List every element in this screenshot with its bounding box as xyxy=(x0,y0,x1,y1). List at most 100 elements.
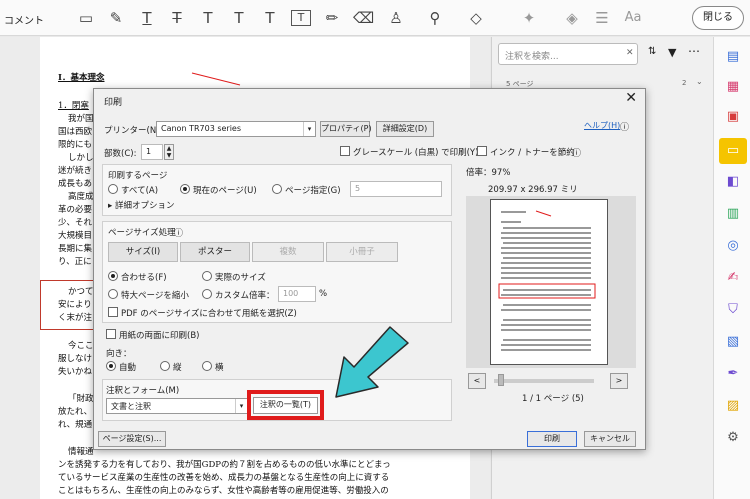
doc-line: 失いかね xyxy=(58,367,93,377)
text-replace-icon[interactable]: T xyxy=(198,8,218,28)
highlight-pen-icon[interactable]: ✎ xyxy=(106,8,126,28)
clear-search-icon[interactable]: ✕ xyxy=(626,48,634,58)
send-icon[interactable]: ▨ xyxy=(723,396,743,416)
copies-stepper[interactable]: ▲ ▼ xyxy=(164,144,174,160)
create-pdf-icon[interactable]: ▣ xyxy=(723,107,743,127)
fill-sign-icon[interactable]: ✍ xyxy=(723,268,743,288)
text-strike-icon[interactable]: T xyxy=(167,8,187,28)
text-box-icon[interactable]: T xyxy=(291,10,311,26)
doc-line: 少、それ xyxy=(58,218,93,228)
compress-icon[interactable]: ▥ xyxy=(723,204,743,224)
printer-select[interactable]: Canon TR703 series ▾ xyxy=(156,121,316,137)
radio-page-range[interactable] xyxy=(272,184,282,194)
doc-line: 長期に集 xyxy=(58,244,93,254)
multiple-button[interactable]: 複数 xyxy=(252,242,324,262)
radio-actual-size[interactable] xyxy=(202,271,212,281)
slider-handle[interactable] xyxy=(498,374,504,386)
combine-files-icon[interactable]: ◧ xyxy=(723,172,743,192)
text-underline-icon[interactable]: T xyxy=(137,8,157,28)
doc-line: 服しなけ xyxy=(58,354,93,364)
info-icon[interactable]: ⓘ xyxy=(174,226,183,239)
doc-line: 放たれ、 xyxy=(58,407,93,417)
lines-icon[interactable]: ☰ xyxy=(592,8,612,28)
text-add-icon[interactable]: T xyxy=(260,8,280,28)
sort-icon[interactable]: ⇅ xyxy=(648,46,656,57)
stamp-icon[interactable]: ♙ xyxy=(386,8,406,28)
radio-current-page[interactable] xyxy=(180,184,190,194)
radio-actual-label: 実際のサイズ xyxy=(215,273,266,283)
eraser-icon[interactable]: ⌫ xyxy=(353,8,374,28)
close-button[interactable]: 閉じる xyxy=(692,6,744,30)
text-insert-icon[interactable]: T xyxy=(229,8,249,28)
chevron-down-icon[interactable]: ⌄ xyxy=(696,77,703,86)
copies-input[interactable]: 1 xyxy=(141,144,163,160)
scale-label: 倍率：97% xyxy=(466,168,511,178)
doc-line: 国は西欧 xyxy=(58,127,93,137)
more-options-toggle[interactable]: ▸ 詳細オプション xyxy=(108,199,174,211)
properties-button[interactable]: プロパティ(P) xyxy=(320,121,372,137)
comment-tool-icon[interactable]: ▭ xyxy=(719,138,747,164)
info-icon[interactable]: ⓘ xyxy=(572,146,581,159)
printer-label: プリンター(N): xyxy=(104,126,163,136)
summarize-comments-button[interactable]: 注釈の一覧(T) xyxy=(253,397,318,414)
doc-line: ンを誘発する力を有しており、我が国GDPの約７割を占めるものの低い水準にとどまっ xyxy=(58,460,391,470)
comment-search-input[interactable]: 注釈を検索... xyxy=(498,43,638,65)
preview-prev-button[interactable]: < xyxy=(468,373,486,389)
radio-custom-scale[interactable] xyxy=(202,289,212,299)
doc-line: ことはもちろん、生産性の向上のみならず、女性や高齢者等の雇用促進等、労働投入の xyxy=(58,486,389,496)
shapes-icon[interactable]: ◇ xyxy=(466,8,486,28)
poster-button[interactable]: ポスター xyxy=(180,242,250,262)
fill-icon[interactable]: ◈ xyxy=(562,8,582,28)
radio-fit[interactable] xyxy=(108,271,118,281)
pages-group-title: 印刷するページ xyxy=(108,171,168,181)
page-setup-button[interactable]: ページ設定(S)... xyxy=(98,431,166,447)
annotation-toolbar: コメント ▭ ✎ T T T T T T ✏ ⌫ ♙ ⚲ ◇ ✦ ◈ ☰ Aa … xyxy=(0,0,750,36)
radio-fit-label: 合わせる(F) xyxy=(121,273,167,283)
radio-portrait-label: 縦 xyxy=(173,363,182,373)
doc-line: 今ここ xyxy=(68,341,94,351)
sign-icon[interactable]: ✒ xyxy=(723,364,743,384)
more-options-icon[interactable]: ⋯ xyxy=(688,44,700,58)
cancel-button[interactable]: キャンセル xyxy=(584,431,636,447)
duplex-checkbox[interactable] xyxy=(106,329,116,339)
grayscale-checkbox[interactable] xyxy=(340,146,350,156)
pdf-paper-label: PDF のページサイズに合わせて用紙を選択(Z) xyxy=(121,309,297,319)
font-size-icon[interactable]: Aa xyxy=(623,8,643,28)
preview-slider[interactable] xyxy=(494,379,594,383)
sticky-note-icon[interactable]: ▭ xyxy=(76,8,96,28)
page-range-input[interactable]: 5 xyxy=(350,181,442,197)
help-link[interactable]: ヘルプ(H) xyxy=(584,120,620,131)
export-pdf-icon[interactable]: ▤ xyxy=(723,47,743,67)
radio-all[interactable] xyxy=(108,184,118,194)
radio-shrink[interactable] xyxy=(108,289,118,299)
doc-line: く末が注 xyxy=(58,313,93,323)
preview-next-button[interactable]: > xyxy=(610,373,628,389)
help-icon[interactable]: ⓘ xyxy=(620,120,629,133)
booklet-button[interactable]: 小冊子 xyxy=(326,242,398,262)
attach-icon[interactable]: ⚲ xyxy=(425,8,445,28)
radio-auto[interactable] xyxy=(106,361,116,371)
size-button[interactable]: サイズ(I) xyxy=(108,242,178,262)
pencil-icon[interactable]: ✏ xyxy=(322,8,342,28)
radio-portrait[interactable] xyxy=(160,361,170,371)
advanced-button[interactable]: 詳細設定(D) xyxy=(376,121,434,137)
pin-icon[interactable]: ✦ xyxy=(519,8,539,28)
comments-forms-select[interactable]: 文書と注釈 ▾ xyxy=(106,398,248,414)
doc-subheading: 1．閉塞 xyxy=(58,101,89,111)
radio-landscape[interactable] xyxy=(202,361,212,371)
save-ink-checkbox[interactable] xyxy=(477,146,487,156)
edit-pdf-icon[interactable]: ◎ xyxy=(723,236,743,256)
radio-shrink-label: 特大ページを縮小 xyxy=(121,291,189,301)
radio-custom-label: カスタム倍率： xyxy=(215,291,275,301)
pdf-paper-checkbox[interactable] xyxy=(108,307,118,317)
filter-icon[interactable]: ▼ xyxy=(668,46,676,59)
tools-icon[interactable]: ⚙ xyxy=(723,428,743,448)
organize-pages-icon[interactable]: ▦ xyxy=(723,77,743,97)
print-button[interactable]: 印刷 xyxy=(527,431,577,447)
paper-size-label: 209.97 x 296.97 ミリ xyxy=(488,185,578,195)
close-icon[interactable]: ✕ xyxy=(625,90,637,106)
doc-line: しかし xyxy=(68,153,94,163)
custom-scale-input[interactable]: 100 xyxy=(278,286,316,302)
ocr-icon[interactable]: ▧ xyxy=(723,332,743,352)
protect-icon[interactable]: ⛉ xyxy=(723,300,743,320)
